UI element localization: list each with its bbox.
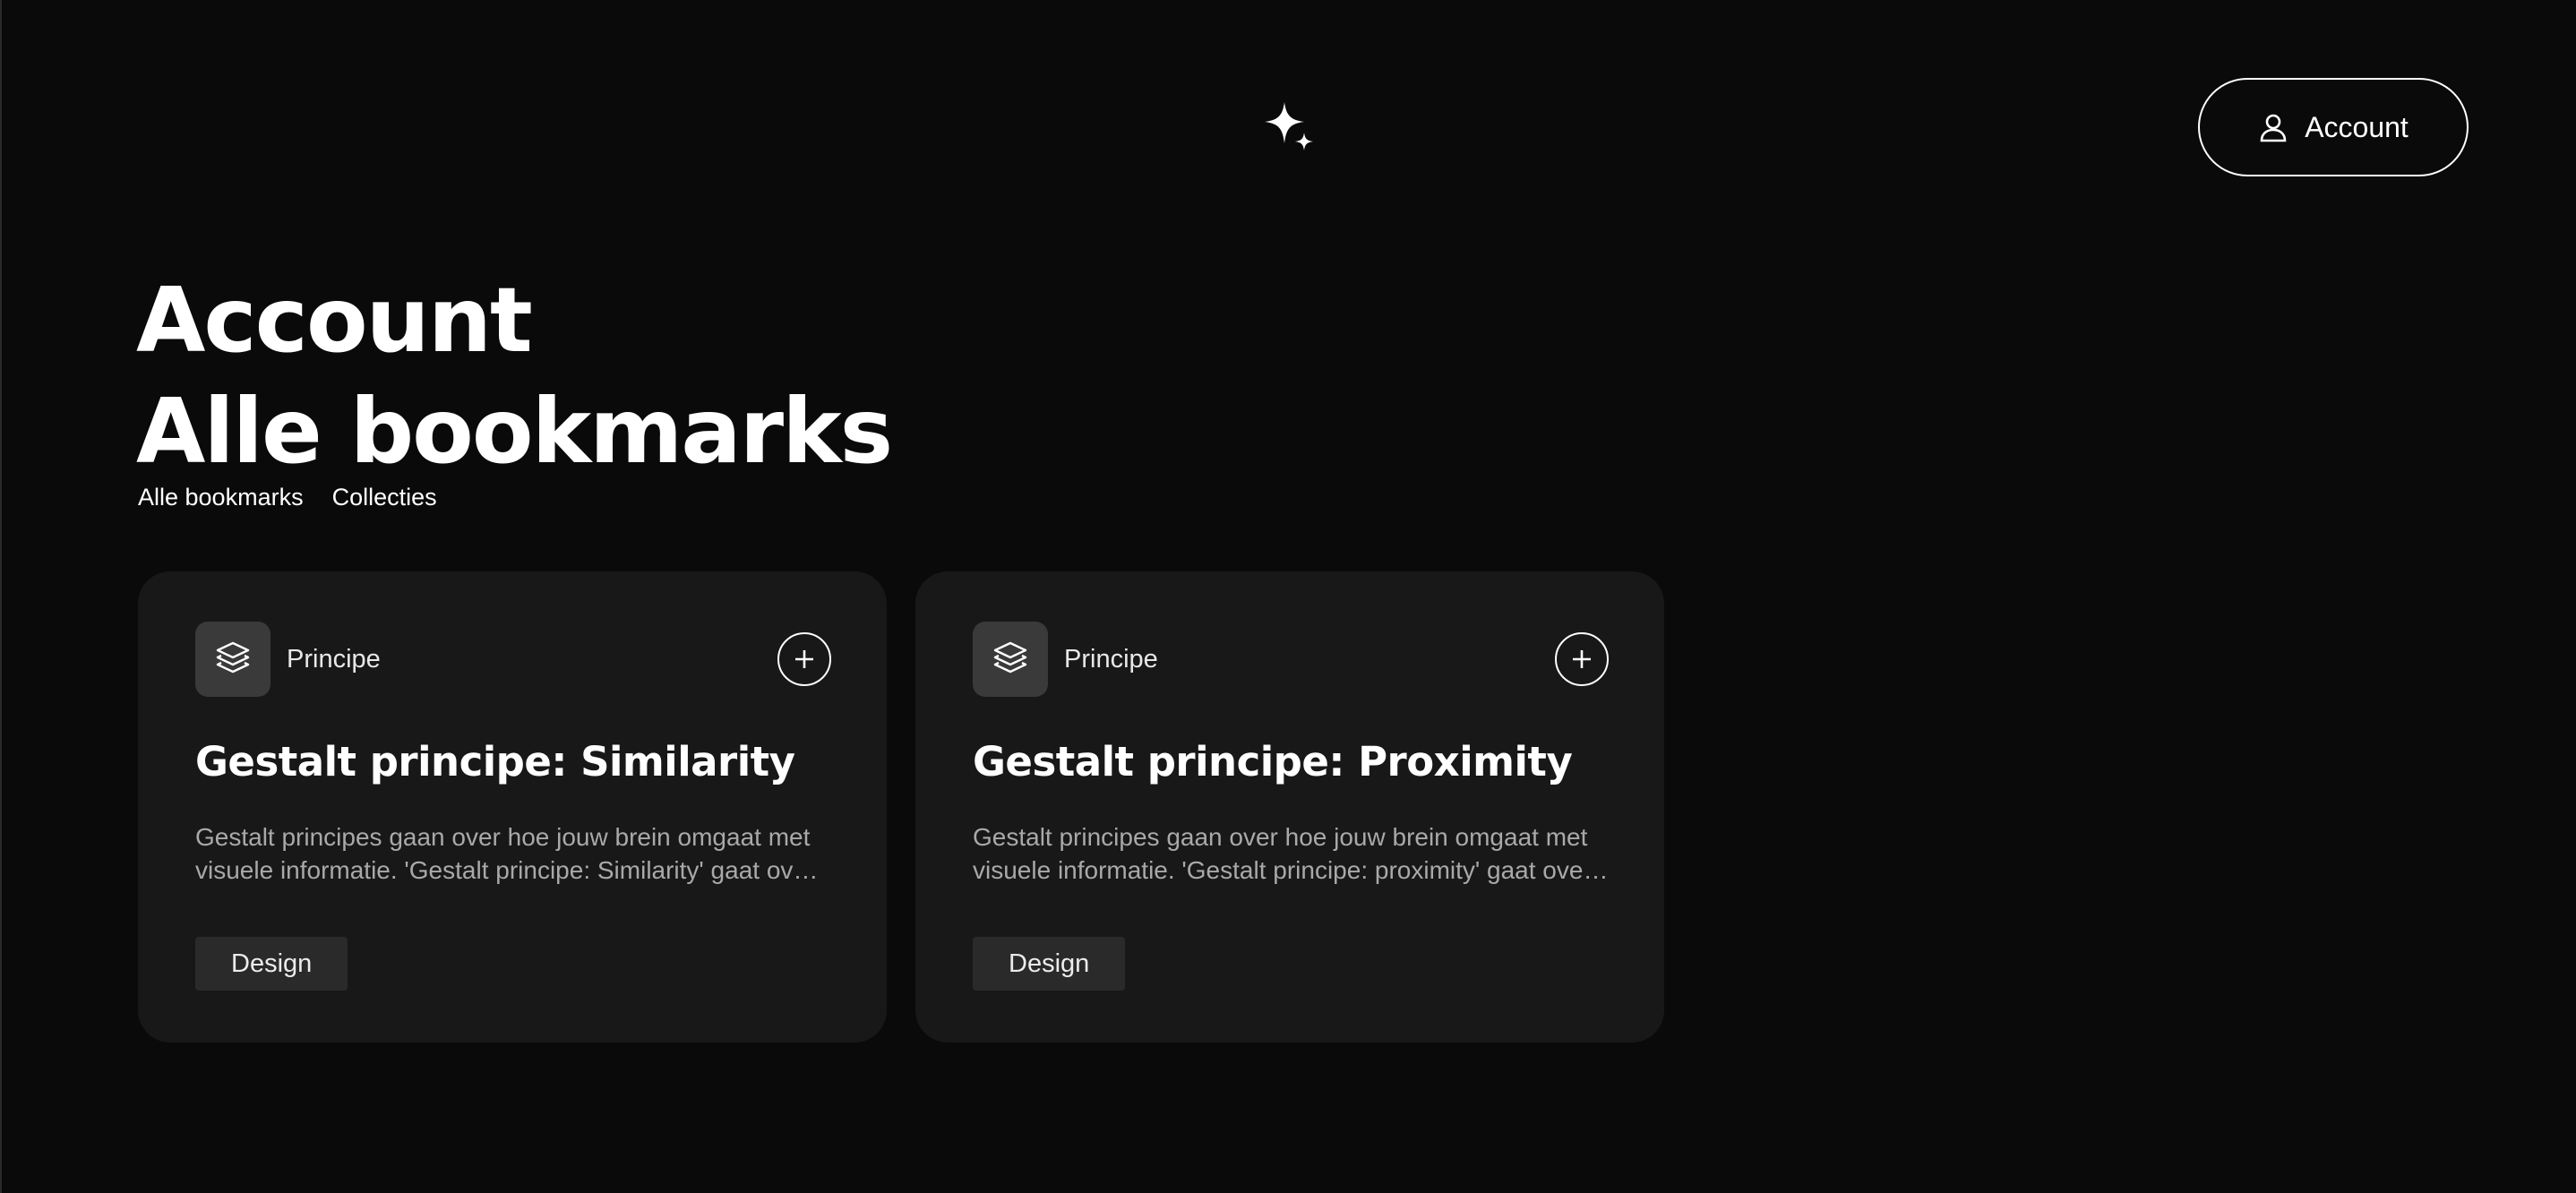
account-button-label: Account [2305, 110, 2409, 143]
user-icon [2258, 112, 2288, 142]
card-tag[interactable]: Design [195, 937, 348, 991]
page-title-line1: Account [136, 268, 533, 373]
card-title[interactable]: Gestalt principe: Similarity [195, 736, 831, 788]
category-label: Principe [287, 644, 381, 674]
account-button[interactable]: Account [2198, 78, 2469, 176]
card-description: Gestalt principes gaan over hoe jouw bre… [973, 823, 1592, 884]
plus-circle-icon [1573, 650, 1591, 668]
page: Account Account Alle bookmarks Alle book… [0, 0, 2576, 1193]
plus-circle-icon [795, 650, 813, 668]
page-title-line2: Alle bookmarks [136, 379, 893, 484]
bookmark-card-list: Principe Gestalt principe: Similarity Ge… [138, 571, 1664, 1043]
page-title: Account Alle bookmarks [136, 265, 893, 487]
card-header: Principe [195, 622, 831, 697]
card-title[interactable]: Gestalt principe: Proximity [973, 736, 1609, 788]
tab-all-bookmarks[interactable]: Alle bookmarks [138, 484, 304, 511]
card-description: Gestalt principes gaan over hoe jouw bre… [195, 823, 816, 884]
sparkles-icon[interactable] [1261, 99, 1320, 158]
bookmark-tabs: Alle bookmarks Collecties [138, 484, 437, 511]
card-tag[interactable]: Design [973, 937, 1126, 991]
layers-icon [973, 622, 1048, 697]
category-label: Principe [1064, 644, 1158, 674]
card-header: Principe [973, 622, 1609, 697]
category: Principe [195, 622, 381, 697]
layers-icon [195, 622, 270, 697]
tab-collections[interactable]: Collecties [332, 484, 437, 511]
bookmark-card[interactable]: Principe Gestalt principe: Similarity Ge… [138, 571, 887, 1043]
add-to-collection-button[interactable] [777, 632, 831, 686]
category: Principe [973, 622, 1158, 697]
add-to-collection-button[interactable] [1555, 632, 1609, 686]
bookmark-card[interactable]: Principe Gestalt principe: Proximity Ges… [915, 571, 1664, 1043]
